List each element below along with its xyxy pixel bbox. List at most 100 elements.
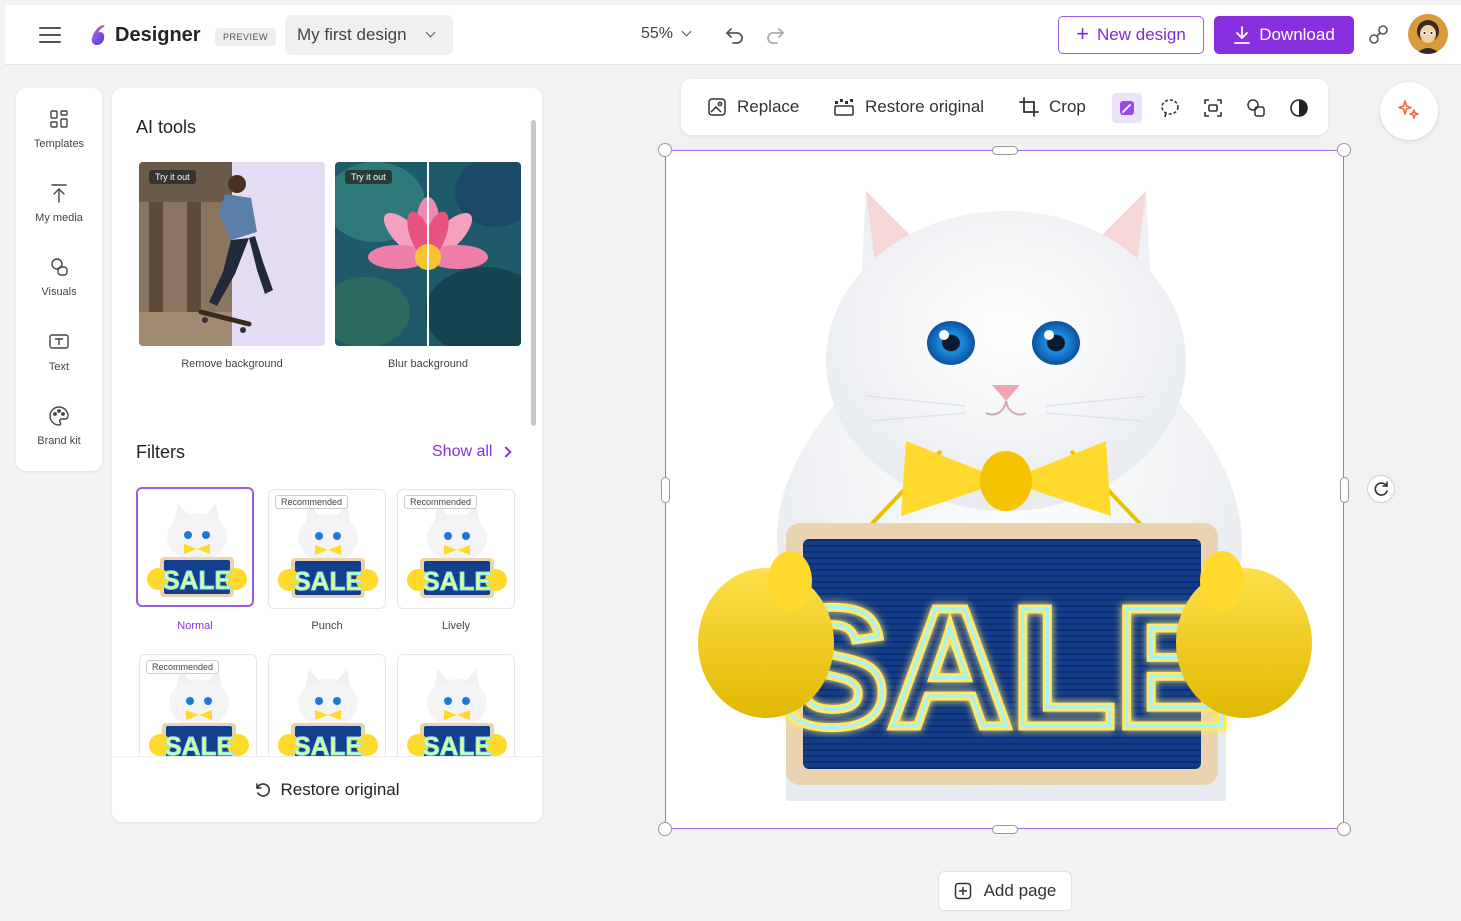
filter-punch[interactable]: Recommended SALE bbox=[268, 489, 386, 609]
rail-item-label: Visuals bbox=[41, 286, 77, 298]
blur-background-card[interactable]: Try it out bbox=[335, 162, 521, 346]
download-button[interactable]: Download bbox=[1214, 16, 1354, 54]
recommended-badge: Recommended bbox=[275, 495, 349, 509]
rail-item-templates[interactable]: Templates bbox=[16, 108, 102, 170]
filter-thumbnail: SALE bbox=[147, 503, 247, 597]
rail-item-brand-kit[interactable]: Brand kit bbox=[16, 405, 102, 467]
rotate-icon bbox=[1374, 481, 1388, 496]
filter-label: Normal bbox=[177, 620, 213, 632]
resize-handle-bottom[interactable] bbox=[992, 825, 1018, 834]
rail-item-label: My media bbox=[35, 212, 83, 224]
crop-icon bbox=[1019, 97, 1039, 117]
restore-original-panel-button[interactable]: Restore original bbox=[112, 756, 542, 822]
redo-icon[interactable] bbox=[763, 23, 787, 47]
rail-item-visuals[interactable]: Visuals bbox=[16, 256, 102, 318]
remove-background-thumbnail bbox=[139, 162, 325, 346]
restore-icon bbox=[256, 782, 271, 797]
sparkle-icon bbox=[1398, 100, 1419, 119]
design-name-dropdown[interactable]: My first design bbox=[285, 15, 453, 55]
left-rail: Templates My media Visuals Text Brand ki… bbox=[16, 88, 102, 471]
resize-handle-right[interactable] bbox=[1340, 477, 1349, 503]
contrast-icon bbox=[1290, 99, 1308, 117]
expand-icon bbox=[1204, 99, 1222, 117]
upload-icon bbox=[51, 184, 67, 203]
restore-original-toolbar-label: Restore original bbox=[865, 97, 985, 116]
resize-handle-top[interactable] bbox=[992, 146, 1018, 155]
tools-panel: AI tools Try it out Remove background Tr… bbox=[112, 88, 542, 822]
zoom-dropdown[interactable]: 55% bbox=[641, 25, 692, 43]
chevron-right-icon bbox=[500, 446, 513, 458]
chevron-down-icon bbox=[425, 27, 436, 38]
add-page-icon bbox=[954, 882, 971, 900]
preview-badge: PREVIEW bbox=[215, 28, 277, 46]
filter-normal[interactable]: SALE bbox=[136, 487, 254, 607]
rail-item-label: Brand kit bbox=[37, 435, 81, 447]
share-icon[interactable] bbox=[1367, 23, 1391, 47]
download-icon bbox=[1234, 26, 1251, 44]
rail-item-text[interactable]: Text bbox=[16, 331, 102, 393]
zoom-value: 55% bbox=[641, 25, 674, 42]
top-bar: Designer PREVIEW My first design 55% + N… bbox=[5, 5, 1461, 65]
panel-scrollbar[interactable] bbox=[531, 120, 536, 426]
rail-item-label: Text bbox=[48, 361, 70, 373]
crop-label: Crop bbox=[1049, 97, 1086, 116]
restore-original-button[interactable]: Restore original bbox=[833, 93, 984, 121]
ai-tools-title: AI tools bbox=[136, 117, 197, 137]
copilot-sparkle-button[interactable] bbox=[1380, 82, 1438, 140]
thumbnail-sign-text: SALE bbox=[162, 565, 231, 595]
replace-button[interactable]: Replace bbox=[707, 93, 799, 121]
recommended-badge: Recommended bbox=[404, 495, 478, 509]
image-icon bbox=[708, 98, 726, 116]
select-subject-button[interactable] bbox=[1155, 93, 1185, 123]
rotate-handle[interactable] bbox=[1367, 475, 1395, 503]
design-name-label: My first design bbox=[297, 25, 407, 44]
filters-title: Filters bbox=[136, 442, 185, 462]
rail-item-label: Templates bbox=[33, 138, 85, 150]
remove-background-card[interactable]: Try it out bbox=[139, 162, 325, 346]
sale-sign-text-highlight: SALE bbox=[775, 573, 1228, 763]
background-effect-button[interactable] bbox=[1241, 93, 1271, 123]
restore-original-label: Restore original bbox=[280, 779, 400, 799]
show-all-link[interactable]: Show all bbox=[432, 443, 513, 461]
new-design-button[interactable]: + New design bbox=[1058, 16, 1204, 54]
menu-icon[interactable] bbox=[39, 27, 61, 43]
blur-background-label: Blur background bbox=[387, 358, 469, 370]
crop-button[interactable]: Crop bbox=[1019, 93, 1086, 121]
palette-icon bbox=[49, 406, 69, 426]
filter-label: Lively bbox=[441, 620, 471, 632]
undo-icon[interactable] bbox=[723, 23, 747, 47]
templates-icon bbox=[50, 110, 68, 128]
download-label: Download bbox=[1259, 25, 1335, 44]
recommended-badge: Recommended bbox=[146, 660, 220, 674]
filter-label: Punch bbox=[311, 620, 343, 632]
adjust-button[interactable] bbox=[1284, 93, 1314, 123]
resize-handle-bottom-right[interactable] bbox=[1337, 822, 1351, 836]
app-logo[interactable]: Designer bbox=[87, 23, 201, 47]
lasso-icon bbox=[1161, 99, 1179, 118]
resize-handle-bottom-left[interactable] bbox=[658, 822, 672, 836]
sale-cat-image[interactable]: SALE SALE bbox=[666, 151, 1344, 829]
thumbnail-sign-text: SALE bbox=[422, 566, 491, 596]
expand-image-button[interactable] bbox=[1198, 93, 1228, 123]
chevron-down-icon bbox=[681, 26, 692, 37]
resize-handle-top-left[interactable] bbox=[658, 143, 672, 157]
design-canvas[interactable]: SALE SALE bbox=[665, 150, 1344, 829]
background-effect-icon bbox=[1247, 99, 1265, 117]
new-design-label: New design bbox=[1097, 25, 1186, 44]
filter-lively[interactable]: Recommended SALE bbox=[397, 489, 515, 609]
rail-item-my-media[interactable]: My media bbox=[16, 182, 102, 244]
designer-logo-icon bbox=[91, 25, 105, 45]
resize-handle-left[interactable] bbox=[661, 477, 670, 503]
resize-handle-top-right[interactable] bbox=[1337, 143, 1351, 157]
plus-icon: + bbox=[1076, 21, 1090, 46]
image-toolbar: Replace Restore original Crop bbox=[681, 79, 1328, 135]
avatar[interactable] bbox=[1408, 14, 1448, 54]
try-it-out-badge: Try it out bbox=[149, 170, 196, 184]
magic-edit-button[interactable] bbox=[1112, 93, 1142, 123]
add-page-button[interactable]: Add page bbox=[938, 871, 1072, 911]
thumbnail-sign-text: SALE bbox=[293, 566, 362, 596]
replace-label: Replace bbox=[737, 97, 800, 116]
try-it-out-badge: Try it out bbox=[345, 170, 392, 184]
blur-background-thumbnail bbox=[335, 162, 521, 346]
restore-image-icon bbox=[834, 99, 854, 116]
